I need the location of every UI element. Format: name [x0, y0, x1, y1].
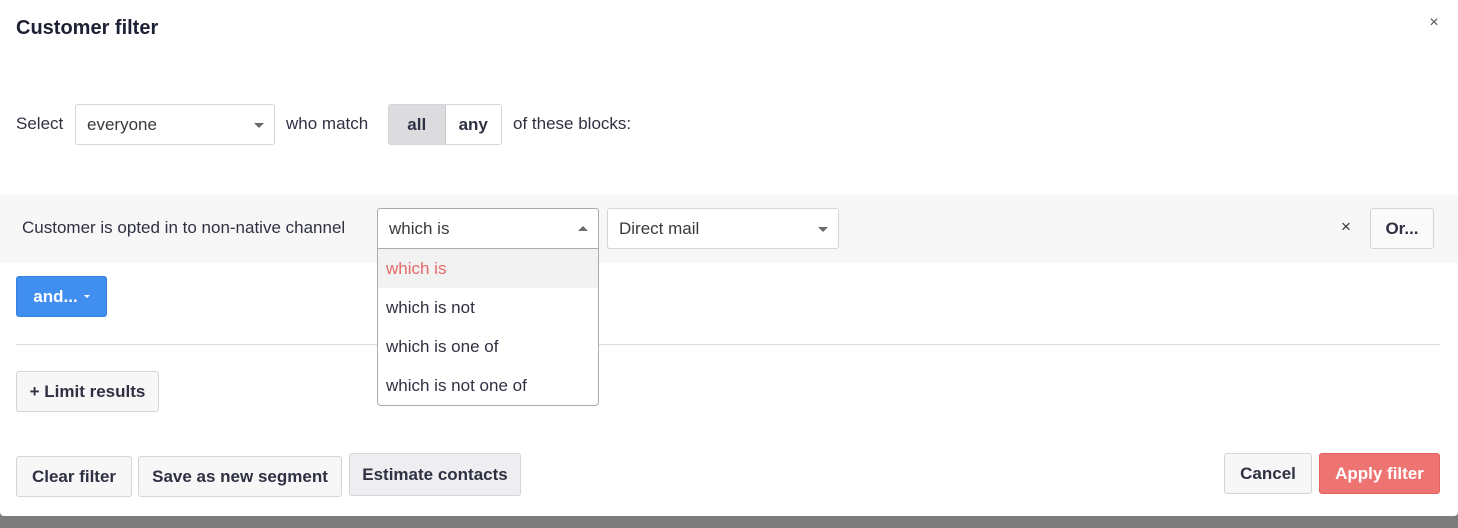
cancel-button[interactable]: Cancel — [1224, 453, 1312, 494]
channel-select[interactable]: Direct mail — [607, 208, 839, 249]
block-condition-label: Customer is opted in to non-native chann… — [22, 218, 346, 237]
match-label: who match — [286, 114, 369, 133]
operator-option-which-is-one-of[interactable]: which is one of — [378, 327, 598, 366]
match-suffix-label: of these blocks: — [513, 114, 632, 133]
operator-select[interactable]: which is — [377, 208, 599, 249]
operator-select-value: which is — [389, 218, 450, 238]
audience-select-value: everyone — [87, 114, 157, 134]
match-any-button[interactable]: any — [445, 105, 501, 144]
and-button[interactable]: and... — [16, 276, 107, 317]
operator-option-which-is-not[interactable]: which is not — [378, 288, 598, 327]
dialog-title: Customer filter — [16, 17, 159, 39]
apply-filter-button[interactable]: Apply filter — [1319, 453, 1440, 494]
operator-option-which-is[interactable]: which is — [378, 249, 598, 288]
match-toggle: all any — [388, 104, 502, 145]
clear-filter-button[interactable]: Clear filter — [16, 456, 132, 497]
select-prefix-label: Select — [16, 114, 64, 133]
operator-dropdown-menu: which is which is not which is one of wh… — [377, 248, 599, 406]
channel-select-value: Direct mail — [619, 218, 700, 238]
chevron-down-icon — [254, 122, 264, 128]
chevron-up-icon — [578, 225, 588, 231]
match-all-button[interactable]: all — [389, 105, 446, 144]
customer-filter-dialog: Customer filter × Select everyone who ma… — [0, 0, 1458, 516]
and-button-label: and... — [33, 286, 78, 306]
close-icon[interactable]: × — [1426, 14, 1442, 32]
chevron-down-icon — [818, 226, 828, 232]
estimate-contacts-button[interactable]: Estimate contacts — [349, 453, 521, 496]
remove-block-icon[interactable]: × — [1337, 217, 1355, 237]
filter-block: Customer is opted in to non-native chann… — [0, 195, 1458, 263]
operator-option-which-is-not-one-of[interactable]: which is not one of — [378, 366, 598, 405]
save-segment-button[interactable]: Save as new segment — [138, 456, 342, 497]
chevron-down-icon — [83, 295, 90, 298]
audience-select[interactable]: everyone — [75, 104, 275, 145]
limit-results-button[interactable]: + Limit results — [16, 371, 159, 412]
section-divider — [16, 344, 1440, 345]
or-button[interactable]: Or... — [1370, 208, 1434, 249]
